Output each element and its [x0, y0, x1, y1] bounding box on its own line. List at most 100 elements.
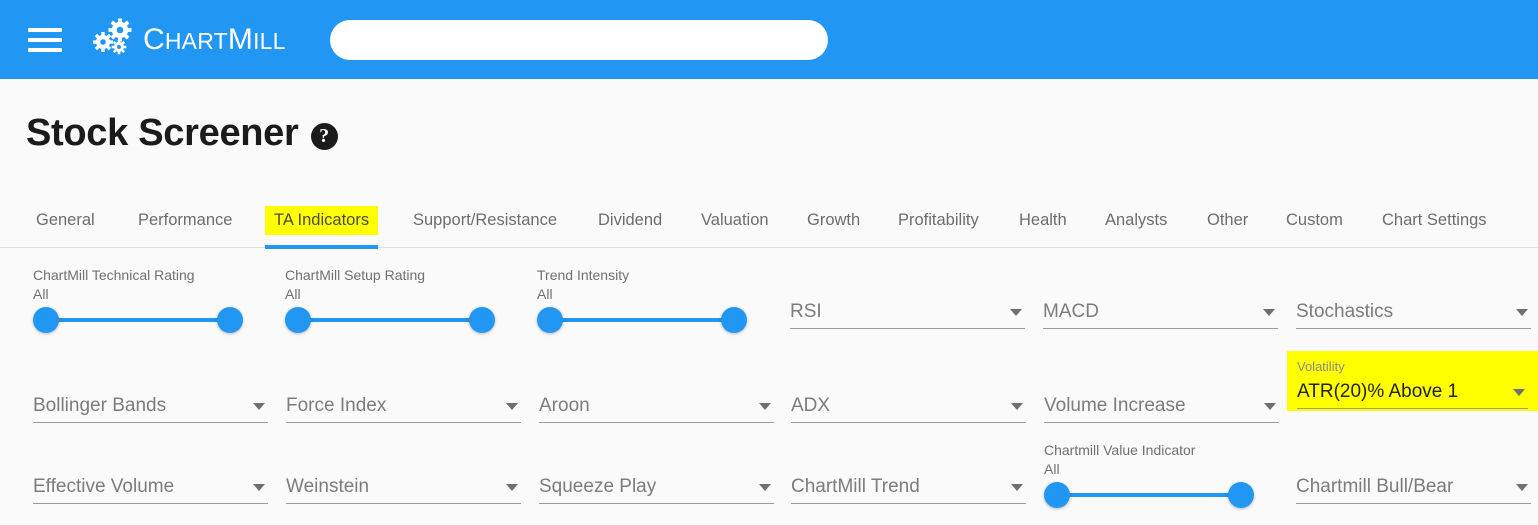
chevron-down-icon[interactable] — [1263, 309, 1275, 316]
slider-handle-min[interactable] — [33, 307, 59, 333]
chevron-down-icon[interactable] — [1264, 403, 1276, 410]
chevron-down-icon[interactable] — [1516, 484, 1528, 491]
chevron-down-icon[interactable] — [759, 403, 771, 410]
tab-label: Health — [1019, 211, 1067, 229]
tab-label: Profitability — [898, 211, 979, 229]
tab-profitability[interactable]: Profitability — [896, 193, 981, 248]
dropdown-bollinger-bands[interactable]: Bollinger Bands — [33, 389, 268, 423]
slider-handle-max[interactable] — [721, 307, 747, 333]
slider-handle-min[interactable] — [1044, 482, 1070, 508]
dropdown-value: Aroon — [539, 395, 590, 416]
filter-chartmill-technical-rating: ChartMill Technical Rating All — [33, 266, 243, 333]
chevron-down-icon[interactable] — [1011, 484, 1023, 491]
dropdown-force-index[interactable]: Force Index — [286, 389, 521, 423]
tab-support-resistance[interactable]: Support/Resistance — [411, 193, 559, 248]
tab-label: Analysts — [1105, 211, 1168, 229]
dropdown-value: Volume Increase — [1044, 395, 1186, 416]
slider-handle-min[interactable] — [285, 307, 311, 333]
dropdown-value: Effective Volume — [33, 476, 175, 497]
chevron-down-icon[interactable] — [1010, 309, 1022, 316]
chevron-down-icon[interactable] — [506, 484, 518, 491]
dropdown-squeeze-play[interactable]: Squeeze Play — [539, 470, 774, 504]
help-icon[interactable]: ? — [310, 122, 338, 150]
dropdown-chartmill-bull-bear[interactable]: Chartmill Bull/Bear — [1296, 470, 1531, 504]
dropdown-value: ChartMill Trend — [791, 476, 920, 497]
dropdown-value: MACD — [1043, 301, 1099, 322]
chevron-down-icon[interactable] — [1516, 309, 1528, 316]
range-slider[interactable] — [537, 307, 747, 333]
dropdown-stochastics[interactable]: Stochastics — [1296, 295, 1531, 329]
slider-handle-min[interactable] — [537, 307, 563, 333]
slider-handle-max[interactable] — [217, 307, 243, 333]
hamburger-menu-icon[interactable] — [28, 27, 62, 52]
slider-value: All — [537, 285, 553, 302]
tab-health[interactable]: Health — [1017, 193, 1069, 248]
dropdown-sublabel: Volatility — [1297, 359, 1345, 374]
filter-chartmill-trend: ChartMill Trend — [791, 470, 1026, 504]
filter-chartmill-value-indicator: Chartmill Value Indicator All — [1044, 441, 1254, 508]
slider-label: Trend Intensity — [537, 267, 630, 283]
tab-ta-indicators[interactable]: TA Indicators — [265, 193, 379, 249]
brand-name: CHARTMILL — [143, 22, 286, 56]
range-slider[interactable] — [1044, 482, 1254, 508]
slider-rail — [1057, 493, 1241, 497]
brand-c: C — [143, 22, 165, 56]
dropdown-value: Chartmill Bull/Bear — [1296, 476, 1454, 497]
brand-ill: ILL — [253, 27, 286, 54]
page-title: Stock Screener ? — [26, 112, 338, 155]
slider-handle-max[interactable] — [469, 307, 495, 333]
chevron-down-icon[interactable] — [759, 484, 771, 491]
tab-label: Support/Resistance — [413, 211, 557, 229]
hamburger-bar — [28, 47, 62, 52]
dropdown-weinstein[interactable]: Weinstein — [286, 470, 521, 504]
dropdown-volume-increase[interactable]: Volume Increase — [1044, 389, 1279, 423]
search-input[interactable] — [330, 20, 828, 60]
slider-rail — [46, 318, 230, 322]
page-title-text: Stock Screener — [26, 112, 299, 154]
slider-value: All — [33, 285, 49, 302]
tab-valuation[interactable]: Valuation — [699, 193, 771, 248]
slider-label: Chartmill Value Indicator — [1044, 442, 1196, 458]
tab-analysts[interactable]: Analysts — [1103, 193, 1169, 248]
tab-dividend[interactable]: Dividend — [596, 193, 664, 248]
slider-value: All — [285, 285, 301, 302]
tab-label: Custom — [1286, 211, 1343, 229]
dropdown-aroon[interactable]: Aroon — [539, 389, 774, 423]
dropdown-value: RSI — [790, 301, 822, 322]
dropdown-value: Bollinger Bands — [33, 395, 167, 416]
dropdown-rsi[interactable]: RSI — [790, 295, 1025, 329]
tab-general[interactable]: General — [34, 193, 97, 248]
tab-custom[interactable]: Custom — [1284, 193, 1345, 248]
tab-chart-settings[interactable]: Chart Settings — [1380, 193, 1489, 248]
chevron-down-icon[interactable] — [253, 484, 265, 491]
dropdown-adx[interactable]: ADX — [791, 389, 1026, 423]
chevron-down-icon[interactable] — [253, 403, 265, 410]
tab-growth[interactable]: Growth — [805, 193, 862, 248]
filter-adx: ADX — [791, 389, 1026, 423]
slider-handle-max[interactable] — [1228, 482, 1254, 508]
tab-other[interactable]: Other — [1205, 193, 1250, 248]
range-slider[interactable] — [33, 307, 243, 333]
dropdown-effective-volume[interactable]: Effective Volume — [33, 470, 268, 504]
filter-squeeze-play: Squeeze Play — [539, 470, 774, 504]
filter-rsi: RSI — [790, 295, 1025, 329]
tab-label: Dividend — [598, 211, 663, 229]
range-slider[interactable] — [285, 307, 495, 333]
slider-label: ChartMill Technical Rating — [33, 267, 195, 283]
dropdown-value: Squeeze Play — [539, 476, 657, 497]
filter-macd: MACD — [1043, 295, 1278, 329]
chevron-down-icon[interactable] — [1513, 389, 1525, 396]
dropdown-macd[interactable]: MACD — [1043, 295, 1278, 329]
filter-category-tabs: General Performance TA Indicators Support/R… — [0, 193, 1538, 249]
hamburger-bar — [28, 27, 62, 32]
brand-logo[interactable]: CHARTMILL — [91, 17, 286, 63]
dropdown-value: ATR(20)% Above 1 — [1297, 381, 1459, 402]
tab-label: Other — [1207, 211, 1249, 229]
chevron-down-icon[interactable] — [1011, 403, 1023, 410]
brand-m: M — [227, 22, 254, 56]
filter-bollinger-bands: Bollinger Bands — [33, 389, 268, 423]
dropdown-chartmill-trend[interactable]: ChartMill Trend — [791, 470, 1026, 504]
tab-performance[interactable]: Performance — [136, 193, 234, 248]
chevron-down-icon[interactable] — [506, 403, 518, 410]
dropdown-volatility[interactable]: ATR(20)% Above 1 — [1297, 375, 1528, 409]
